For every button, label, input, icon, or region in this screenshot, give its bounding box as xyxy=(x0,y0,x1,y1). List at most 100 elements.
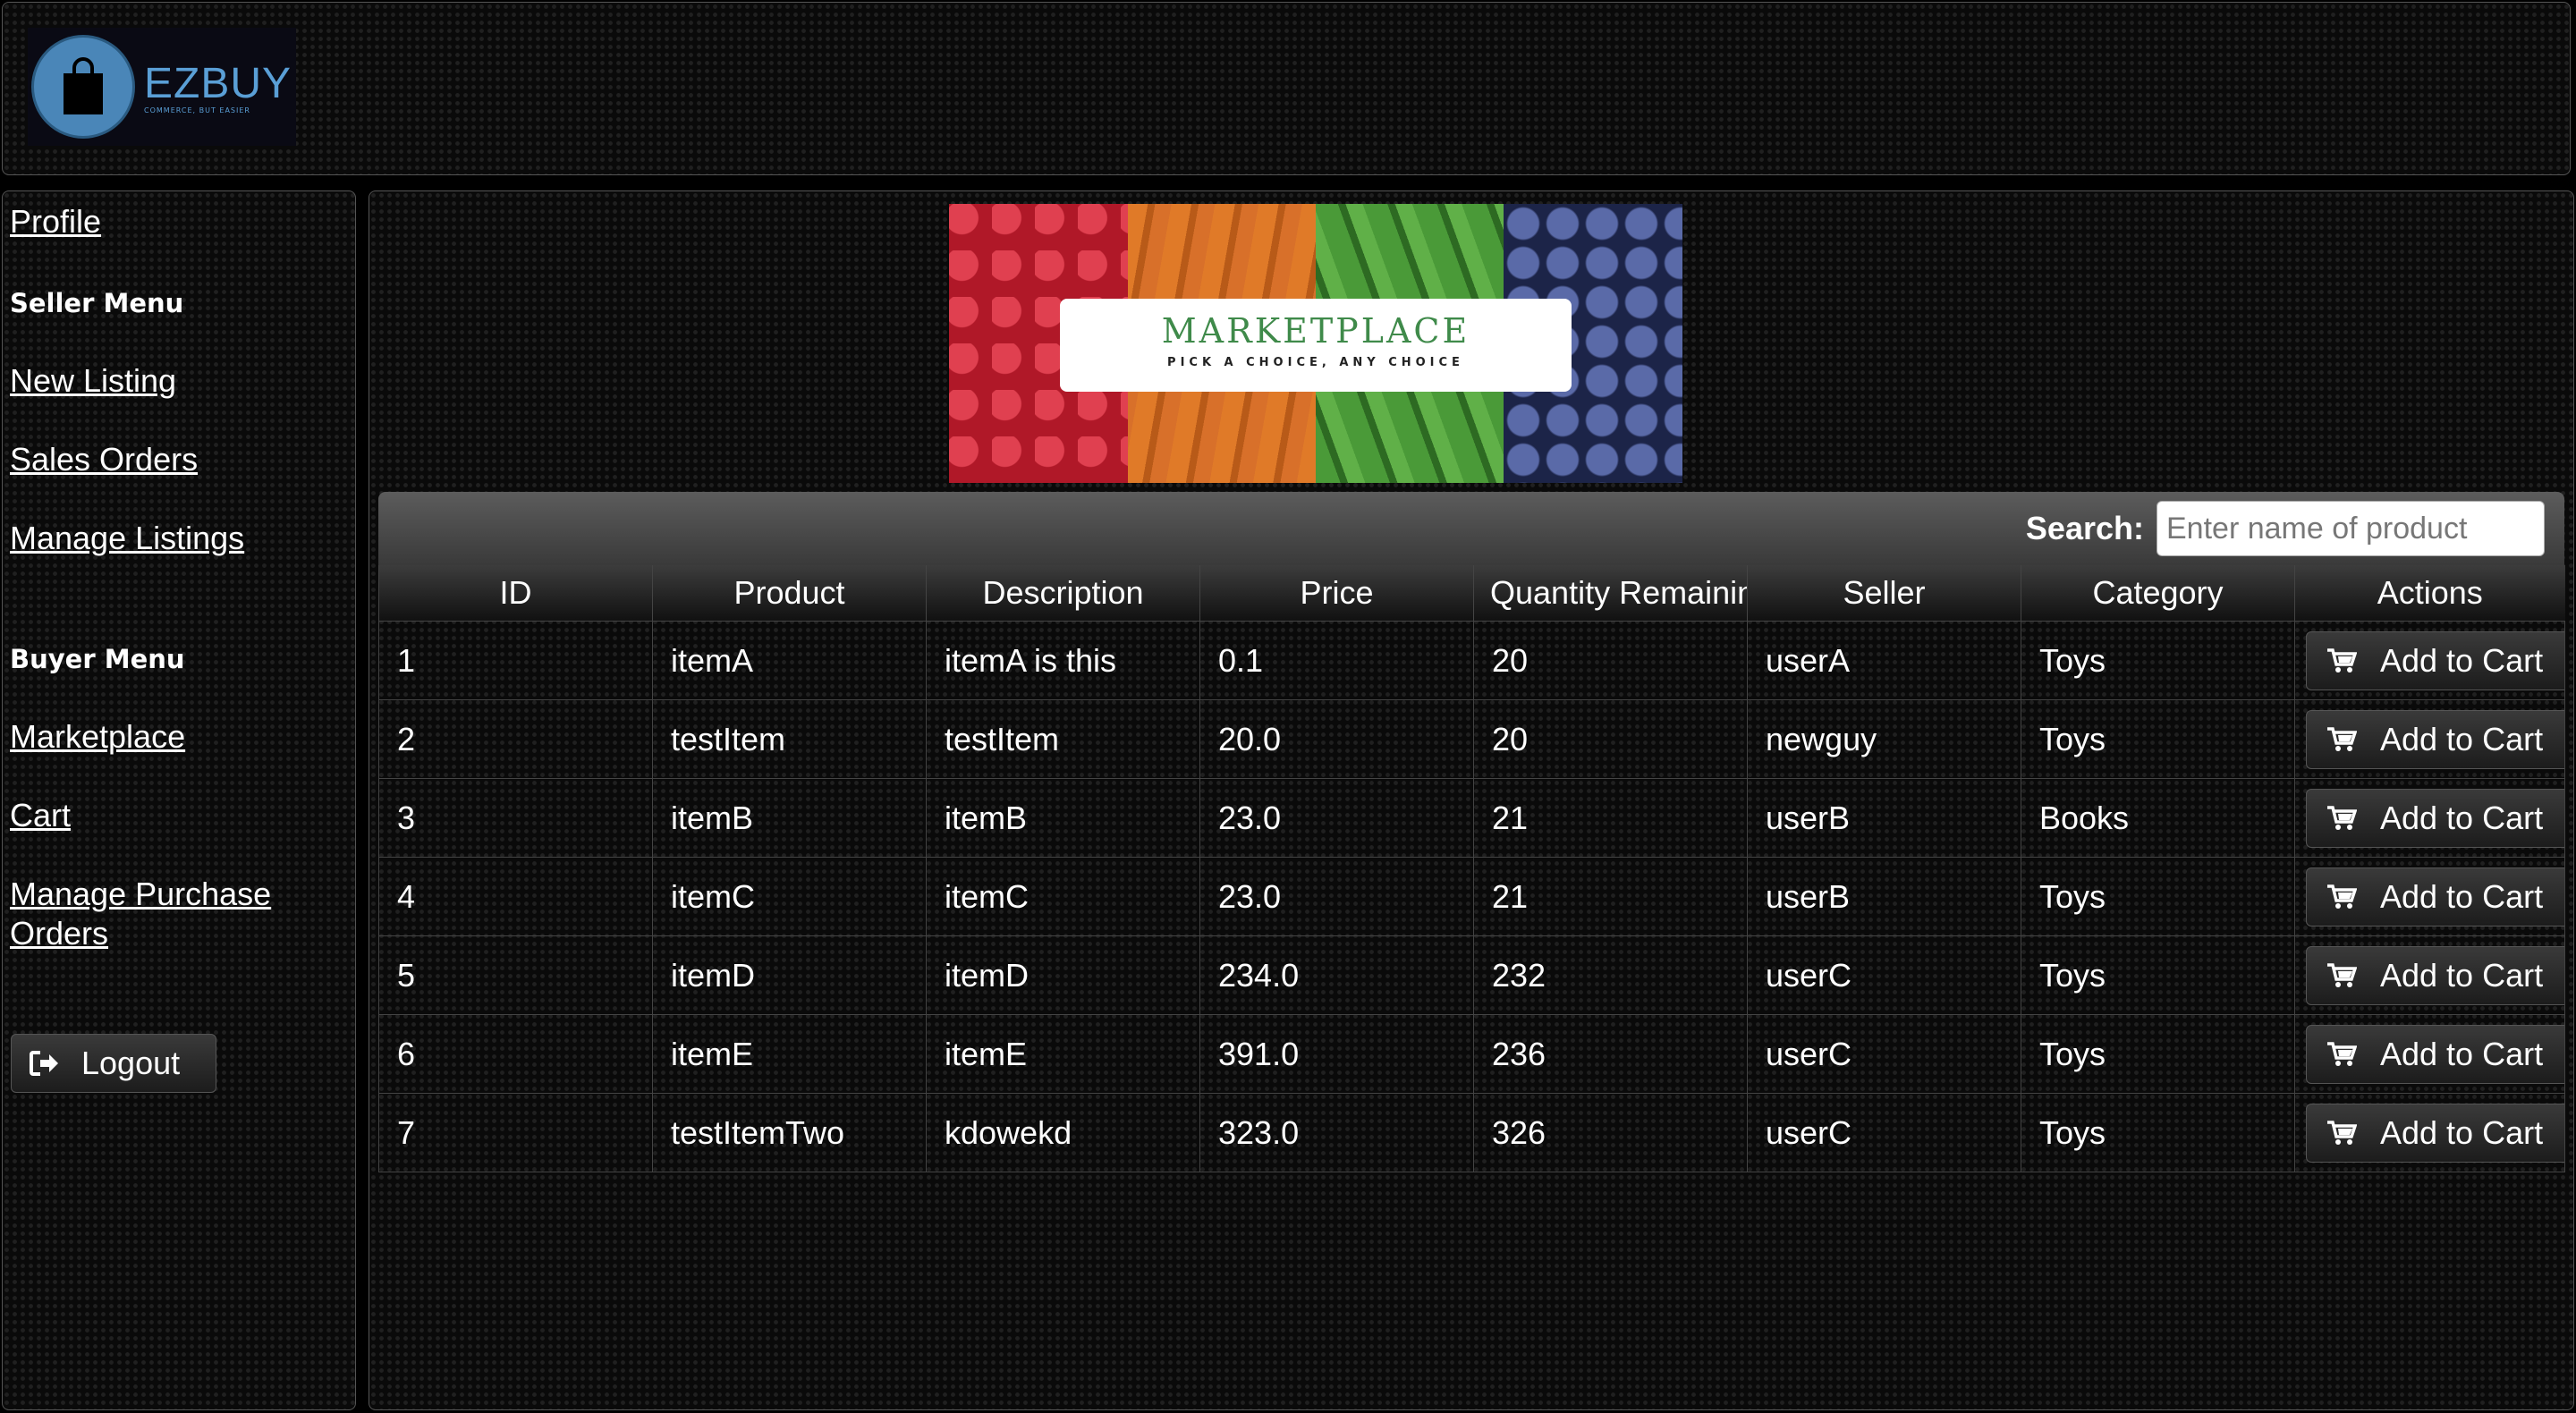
column-header-price[interactable]: Price xyxy=(1199,565,1474,622)
search-input[interactable] xyxy=(2157,501,2545,556)
cart-icon xyxy=(2307,1120,2380,1146)
cell-description: itemD xyxy=(926,935,1200,1015)
cell-seller: newguy xyxy=(1747,699,2021,779)
add-to-cart-label: Add to Cart xyxy=(2380,799,2544,836)
add-to-cart-label: Add to Cart xyxy=(2380,956,2544,994)
main-content: MARKETPLACE PICK A CHOICE, ANY CHOICE Se… xyxy=(369,190,2574,1410)
cell-actions: Add to Cart xyxy=(2294,778,2565,858)
cell-product: itemB xyxy=(652,778,927,858)
banner-subtitle: PICK A CHOICE, ANY CHOICE xyxy=(1167,356,1464,369)
sidebar: Profile Seller Menu New Listing Sales Or… xyxy=(2,190,356,1410)
cell-product: testItemTwo xyxy=(652,1093,927,1172)
cell-category: Toys xyxy=(2021,857,2295,936)
cell-product: testItem xyxy=(652,699,927,779)
add-to-cart-button[interactable]: Add to Cart xyxy=(2306,788,2564,848)
table-row: 1 itemA itemA is this 0.1 20 userA Toys Add to … xyxy=(378,621,2565,700)
table-row: 5 itemD itemD 234.0 232 userC Toys Add to Cart xyxy=(378,935,2565,1015)
cell-description: itemE xyxy=(926,1014,1200,1094)
cell-quantity: 232 xyxy=(1473,935,1748,1015)
cart-icon xyxy=(2307,726,2380,753)
sidebar-item-sales-orders[interactable]: Sales Orders xyxy=(10,440,198,479)
cell-id: 7 xyxy=(378,1093,653,1172)
cell-id: 6 xyxy=(378,1014,653,1094)
table-row: 2 testItem testItem 20.0 20 newguy Toys Add to … xyxy=(378,699,2565,779)
sidebar-item-manage-purchase-orders[interactable]: Manage Purchase Orders xyxy=(10,875,314,953)
cell-category: Toys xyxy=(2021,699,2295,779)
cell-category: Toys xyxy=(2021,1093,2295,1172)
cell-actions: Add to Cart xyxy=(2294,857,2565,936)
cell-product: itemE xyxy=(652,1014,927,1094)
add-to-cart-button[interactable]: Add to Cart xyxy=(2306,1103,2564,1163)
add-to-cart-button[interactable]: Add to Cart xyxy=(2306,709,2564,769)
column-header-category[interactable]: Category xyxy=(2021,565,2295,622)
cell-product: itemD xyxy=(652,935,927,1015)
cell-id: 2 xyxy=(378,699,653,779)
table-row: 6 itemE itemE 391.0 236 userC Toys Add to Cart xyxy=(378,1014,2565,1094)
cart-icon xyxy=(2307,805,2380,832)
cart-icon xyxy=(2307,884,2380,910)
add-to-cart-button[interactable]: Add to Cart xyxy=(2306,1024,2564,1084)
column-header-description[interactable]: Description xyxy=(926,565,1200,622)
cell-price: 20.0 xyxy=(1199,699,1474,779)
column-header-product[interactable]: Product xyxy=(652,565,927,622)
products-table: ID Product Description Price Quantity Re… xyxy=(378,565,2565,1172)
cell-category: Toys xyxy=(2021,621,2295,700)
add-to-cart-button[interactable]: Add to Cart xyxy=(2306,630,2564,690)
logout-label: Logout xyxy=(81,1045,181,1081)
cell-quantity: 21 xyxy=(1473,778,1748,858)
add-to-cart-button[interactable]: Add to Cart xyxy=(2306,867,2564,926)
logout-button[interactable]: Logout xyxy=(11,1034,216,1093)
cell-id: 1 xyxy=(378,621,653,700)
add-to-cart-label: Add to Cart xyxy=(2380,1113,2544,1151)
add-to-cart-label: Add to Cart xyxy=(2380,720,2544,757)
buyer-menu-heading: Buyer Menu xyxy=(10,644,185,674)
cell-actions: Add to Cart xyxy=(2294,621,2565,700)
cell-product: itemC xyxy=(652,857,927,936)
cell-id: 3 xyxy=(378,778,653,858)
column-header-quantity[interactable]: Quantity Remaining xyxy=(1473,565,1748,622)
cell-seller: userA xyxy=(1747,621,2021,700)
cell-description: testItem xyxy=(926,699,1200,779)
table-header-row: ID Product Description Price Quantity Re… xyxy=(378,565,2565,622)
cell-description: itemB xyxy=(926,778,1200,858)
add-to-cart-button[interactable]: Add to Cart xyxy=(2306,945,2564,1005)
cell-price: 234.0 xyxy=(1199,935,1474,1015)
cell-category: Toys xyxy=(2021,935,2295,1015)
cell-product: itemA xyxy=(652,621,927,700)
marketplace-banner: MARKETPLACE PICK A CHOICE, ANY CHOICE xyxy=(949,204,1682,483)
cell-price: 391.0 xyxy=(1199,1014,1474,1094)
sidebar-item-cart[interactable]: Cart xyxy=(10,796,71,835)
cell-price: 323.0 xyxy=(1199,1093,1474,1172)
cell-quantity: 236 xyxy=(1473,1014,1748,1094)
sign-out-icon xyxy=(30,1050,60,1077)
column-header-id[interactable]: ID xyxy=(378,565,653,622)
search-label: Search: xyxy=(2025,510,2144,546)
cell-id: 4 xyxy=(378,857,653,936)
cell-seller: userB xyxy=(1747,857,2021,936)
table-toolbar: Search: xyxy=(378,492,2564,565)
sidebar-item-new-listing[interactable]: New Listing xyxy=(10,361,176,401)
banner-title: MARKETPLACE xyxy=(1161,311,1470,351)
sidebar-item-marketplace[interactable]: Marketplace xyxy=(10,717,185,757)
cell-quantity: 21 xyxy=(1473,857,1748,936)
cell-seller: userC xyxy=(1747,1014,2021,1094)
cart-icon xyxy=(2307,647,2380,674)
column-header-seller[interactable]: Seller xyxy=(1747,565,2021,622)
cell-description: kdowekd xyxy=(926,1093,1200,1172)
cart-icon xyxy=(2307,962,2380,989)
cart-icon xyxy=(2307,1041,2380,1068)
sidebar-item-manage-listings[interactable]: Manage Listings xyxy=(10,519,244,558)
add-to-cart-label: Add to Cart xyxy=(2380,641,2544,679)
cell-quantity: 20 xyxy=(1473,699,1748,779)
cell-price: 0.1 xyxy=(1199,621,1474,700)
cell-seller: userC xyxy=(1747,1093,2021,1172)
cell-description: itemA is this xyxy=(926,621,1200,700)
shopping-bag-icon xyxy=(31,35,135,139)
table-row: 3 itemB itemB 23.0 21 userB Books Add to Cart xyxy=(378,778,2565,858)
cell-actions: Add to Cart xyxy=(2294,1014,2565,1094)
cell-actions: Add to Cart xyxy=(2294,1093,2565,1172)
sidebar-item-profile[interactable]: Profile xyxy=(10,202,101,241)
cell-actions: Add to Cart xyxy=(2294,935,2565,1015)
logo-name: EZBUY xyxy=(144,60,292,107)
logo[interactable]: EZBUY COMMERCE, BUT EASIER xyxy=(28,28,296,146)
